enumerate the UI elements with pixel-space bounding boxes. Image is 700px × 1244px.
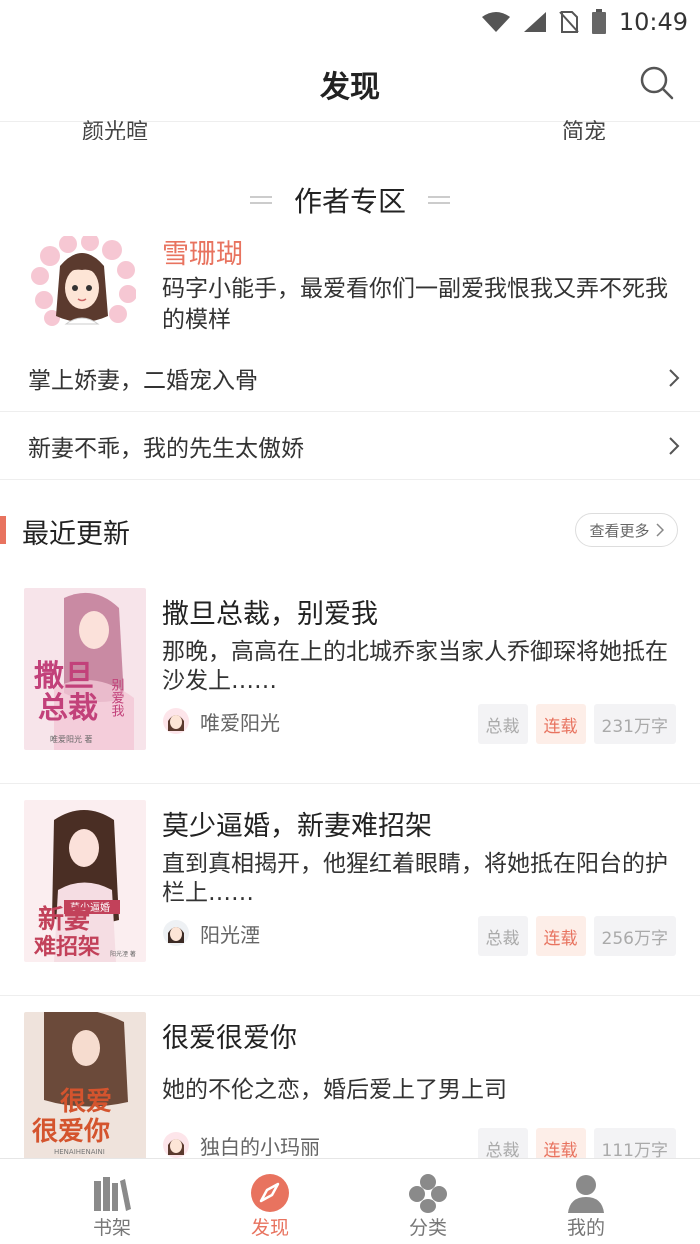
book-title[interactable]: 莫少逼婚，新妻难招架 [162,804,432,843]
cover-title: 很爱你 [32,1117,110,1147]
author-avatar-small [163,1132,189,1158]
author-bio: 码字小能手，最爱看你们一副爱我恨我又弄不死我的模样 [162,276,668,333]
tab-profile[interactable]: 我的 [536,1159,636,1244]
book-tags: 总裁 连载 231万字 [477,704,676,744]
book-item[interactable]: 莫少逼婚 新妻 难招架 阳光湮 著 莫少逼婚，新妻难招架 直到真相揭开，他猩红着… [0,784,700,996]
book-item[interactable]: 撒旦 总裁 别爱我 唯爱阳光 著 撒旦总裁，别爱我 那晚，高高在上的北城乔家当家… [0,572,700,784]
book-author: 唯爱阳光 [162,706,280,736]
author-avatar-small [163,920,189,946]
status-bar: 10:49 [0,0,700,44]
book-author: 独白的小玛丽 [162,1130,320,1160]
section-accent-bar [0,516,6,544]
book-author: 阳光湮 [162,918,260,948]
author-book-title: 掌上娇妻，二婚宠入骨 [28,367,258,394]
cover-author: 阳光湮 著 [110,950,136,958]
tab-discover[interactable]: 发现 [220,1159,320,1244]
category-icon [409,1174,447,1213]
author-avatar-small [163,708,189,734]
book-author-name: 阳光湮 [200,922,260,947]
book-tags: 总裁 连载 256万字 [477,916,676,956]
book-title[interactable]: 撒旦总裁，别爱我 [162,592,378,631]
page-title: 发现 [320,70,380,105]
partial-name: 简宠 [562,120,607,140]
cover-subtitle: HENAIHENAINI [54,1148,105,1156]
cover-title: 总裁 [38,691,98,726]
tab-label: 发现 [250,1217,289,1239]
book-author-name: 唯爱阳光 [200,710,280,735]
user-icon [568,1175,604,1213]
author-book-link[interactable]: 掌上娇妻，二婚宠入骨 [0,344,700,412]
book-cover[interactable]: 撒旦 总裁 别爱我 唯爱阳光 著 [24,588,146,750]
tab-label: 我的 [566,1217,605,1239]
author-name[interactable]: 雪珊瑚 [162,232,243,271]
author-book-link[interactable]: 新妻不乖，我的先生太傲娇 [0,412,700,480]
divider [249,196,272,204]
status-time: 10:49 [618,8,688,36]
tab-category[interactable]: 分类 [378,1159,478,1244]
wordcount-tag: 256万字 [593,916,676,956]
cover-title: 撒旦 [34,659,94,694]
bookshelf-icon [94,1177,131,1211]
recent-header: 最近更新 查看更多 [0,510,700,550]
bottom-tab-bar: 书架 发现 分类 我的 [0,1158,700,1244]
author-zone-title: 作者专区 [293,185,406,218]
cover-title: 难招架 [33,934,100,960]
divider [428,196,450,204]
book-title[interactable]: 很爱很爱你 [162,1016,297,1055]
chevron-right-icon [669,369,680,387]
book-description: 那晚，高高在上的北城乔家当家人乔御琛将她抵在沙发上…… [162,639,668,694]
partial-name: 颜光暄 [82,120,149,140]
view-more-label: 查看更多 [589,521,650,540]
battery-icon [591,9,606,34]
compass-icon [251,1174,289,1212]
book-cover[interactable]: 莫少逼婚 新妻 难招架 阳光湮 著 [24,800,146,962]
recent-title: 最近更新 [22,519,130,550]
tab-label: 书架 [92,1217,131,1239]
status-tag: 连载 [535,916,586,956]
tab-bookshelf[interactable]: 书架 [62,1159,162,1244]
chevron-right-icon [655,523,664,537]
cover-author: 唯爱阳光 著 [50,734,93,744]
genre-tag: 总裁 [477,704,528,744]
search-icon[interactable] [638,64,676,102]
chevron-right-icon [669,437,680,455]
book-description: 她的不伦之恋，婚后爱上了男上司 [162,1077,507,1103]
status-tag: 连载 [535,704,586,744]
book-cover[interactable]: 很爱 很爱你 HENAIHENAINI [24,1012,146,1174]
book-author-name: 独白的小玛丽 [200,1134,320,1159]
title-bar: 发现 [0,44,700,122]
author-card[interactable]: 雪珊瑚 码字小能手，最爱看你们一副爱我恨我又弄不死我的模样 [28,230,678,333]
cover-title: 很爱 [60,1087,112,1117]
tab-label: 分类 [408,1217,447,1239]
author-book-title: 新妻不乖，我的先生太傲娇 [28,435,304,462]
no-sim-icon [559,11,579,33]
signal-icon [523,12,546,32]
author-avatar[interactable] [28,236,136,330]
cover-title: 新妻 [38,904,90,935]
wordcount-tag: 231万字 [593,704,676,744]
cover-subtitle: 别爱我 [109,678,125,717]
view-more-button[interactable]: 查看更多 [575,513,678,547]
genre-tag: 总裁 [477,916,528,956]
author-zone-header: 作者专区 [0,178,700,222]
wifi-icon [481,12,510,32]
book-description: 直到真相揭开，他猩红着眼睛，将她抵在阳台的护栏上…… [162,851,668,906]
partial-scrolled-row: 颜光暄 简宠 [0,118,700,140]
